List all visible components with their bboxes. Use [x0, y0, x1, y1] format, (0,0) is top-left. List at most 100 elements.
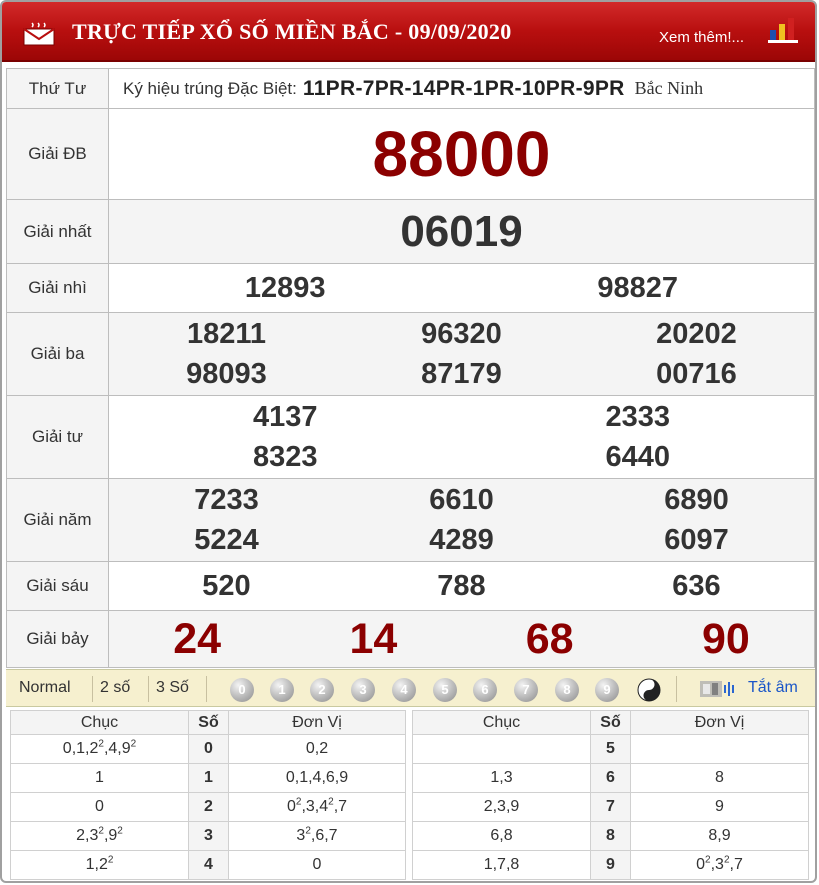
don-vi-cell: 02,3,42,7 — [228, 792, 406, 822]
digit-filter-3[interactable]: 3 — [351, 678, 375, 702]
table-row: 1,7,8 9 02,32,7 — [412, 850, 809, 880]
don-vi-cell: 8 — [630, 763, 809, 793]
prize-3-number: 00716 — [656, 358, 737, 390]
digit-filter-7[interactable]: 7 — [514, 678, 538, 702]
table-row: 2,3,9 7 9 — [412, 792, 809, 822]
results-table: Thứ Tư Ký hiệu trúng Đặc Biệt: 11PR-7PR-… — [6, 68, 815, 668]
results-panel: TRỰC TIẾP XỔ SỐ MIỀN BẮC - 09/09/2020 Xe… — [0, 0, 817, 883]
digit-filter-5[interactable]: 5 — [433, 678, 457, 702]
table-row: 0 2 02,3,42,7 — [10, 792, 406, 822]
don-vi-cell: 0 — [228, 850, 406, 880]
prize-6-label: Giải sáu — [6, 561, 109, 611]
chuc-cell: 1,3 — [412, 763, 591, 793]
prize-5-number: 5224 — [194, 524, 259, 556]
prize-5-number: 6890 — [664, 484, 729, 516]
prize-5-label: Giải năm — [6, 478, 109, 562]
province: Bắc Ninh — [634, 78, 704, 98]
so-cell: 3 — [188, 821, 229, 851]
col-don-vi: Đơn Vị — [228, 710, 406, 735]
prize-4-label: Giải tư — [6, 395, 109, 479]
don-vi-cell — [630, 734, 809, 764]
table-row: 6,8 8 8,9 — [412, 821, 809, 851]
speaker-icon[interactable] — [699, 679, 739, 699]
filter-bar: Normal 2 số 3 Số 0 1 2 3 4 5 6 7 8 9 Tắt… — [6, 669, 815, 707]
prize-4-number: 6440 — [605, 441, 670, 473]
col-chuc: Chục — [412, 710, 591, 735]
table-row: 1 1 0,1,4,6,9 — [10, 763, 406, 793]
table-row: 0,1,22,4,92 0 0,2 — [10, 734, 406, 764]
special-code-row: Ký hiệu trúng Đặc Biệt: 11PR-7PR-14PR-1P… — [109, 77, 814, 101]
prize-2-label: Giải nhì — [6, 263, 109, 313]
chuc-cell — [412, 734, 591, 764]
digit-filter-0[interactable]: 0 — [230, 678, 254, 702]
special-code: 11PR-7PR-14PR-1PR-10PR-9PR — [302, 76, 625, 100]
header-bar: TRỰC TIẾP XỔ SỐ MIỀN BẮC - 09/09/2020 Xe… — [2, 2, 815, 62]
prize-5-number: 6097 — [664, 524, 729, 556]
so-cell: 0 — [188, 734, 229, 764]
prize-6-number: 520 — [202, 570, 251, 602]
don-vi-cell: 8,9 — [630, 821, 809, 851]
col-chuc: Chục — [10, 710, 189, 735]
so-cell: 1 — [188, 763, 229, 793]
digit-filter-8[interactable]: 8 — [555, 678, 579, 702]
prize-4-number: 8323 — [252, 441, 318, 473]
filter-normal[interactable]: Normal — [19, 679, 71, 697]
loto-table-right: Chục Số Đơn Vị 5 1,3 6 8 2,3,9 7 9 6,8 8… — [412, 710, 809, 880]
prize-5-number: 6610 — [429, 484, 494, 516]
so-cell: 6 — [590, 763, 631, 793]
chuc-cell: 1,7,8 — [412, 850, 591, 880]
prize-3-number: 20202 — [656, 318, 737, 350]
see-more-link[interactable]: Xem thêm!... — [659, 29, 744, 46]
prize-2-number: 98827 — [597, 272, 679, 304]
col-so: Số — [590, 710, 631, 735]
prize-3-number: 98093 — [186, 358, 267, 390]
digit-filter-2[interactable]: 2 — [310, 678, 334, 702]
prize-3-number: 18211 — [186, 318, 267, 350]
col-so: Số — [188, 710, 229, 735]
table-row: 5 — [412, 734, 809, 764]
yin-yang-icon[interactable] — [637, 678, 661, 702]
prize-3-label: Giải ba — [6, 312, 109, 396]
divider — [148, 676, 149, 702]
don-vi-cell: 0,1,4,6,9 — [228, 763, 406, 793]
prize-7-number: 24 — [173, 615, 222, 663]
table-row: 2,32,92 3 32,6,7 — [10, 821, 406, 851]
divider — [206, 676, 207, 702]
chart-icon[interactable] — [766, 16, 800, 44]
prize-3-number: 96320 — [421, 318, 502, 350]
prize-5-number: 4289 — [429, 524, 494, 556]
divider — [92, 676, 93, 702]
prize-3-number: 87179 — [421, 358, 502, 390]
prize-4-number: 2333 — [605, 401, 670, 433]
table-row: 1,22 4 0 — [10, 850, 406, 880]
digit-filter-1[interactable]: 1 — [270, 678, 294, 702]
so-cell: 4 — [188, 850, 229, 880]
prize-1-number: 06019 — [108, 199, 815, 264]
prize-1-label: Giải nhất — [6, 199, 109, 264]
don-vi-cell: 0,2 — [228, 734, 406, 764]
chuc-cell: 2,3,9 — [412, 792, 591, 822]
col-don-vi: Đơn Vị — [630, 710, 809, 735]
table-row: 1,3 6 8 — [412, 763, 809, 793]
filter-2-so[interactable]: 2 số — [100, 679, 130, 697]
prize-6-number: 788 — [437, 570, 486, 602]
loto-table-left: Chục Số Đơn Vị 0,1,22,4,92 0 0,2 1 1 0,1… — [10, 710, 406, 880]
special-code-label: Ký hiệu trúng Đặc Biệt: — [123, 78, 297, 98]
digit-filter-6[interactable]: 6 — [473, 678, 497, 702]
digit-filter-4[interactable]: 4 — [392, 678, 416, 702]
chuc-cell: 2,32,92 — [10, 821, 189, 851]
mail-icon — [23, 22, 55, 46]
mute-button[interactable]: Tắt âm — [748, 679, 798, 697]
prize-db-label: Giải ĐB — [6, 108, 109, 200]
prize-7-label: Giải bảy — [6, 610, 109, 668]
prize-5-number: 7233 — [194, 484, 259, 516]
filter-3-so[interactable]: 3 Số — [156, 679, 189, 697]
chuc-cell: 0,1,22,4,92 — [10, 734, 189, 764]
chuc-cell: 1,22 — [10, 850, 189, 880]
digit-filter-9[interactable]: 9 — [595, 678, 619, 702]
chuc-cell: 1 — [10, 763, 189, 793]
chuc-cell: 6,8 — [412, 821, 591, 851]
so-cell: 2 — [188, 792, 229, 822]
chuc-cell: 0 — [10, 792, 189, 822]
prize-7-number: 68 — [525, 615, 574, 663]
